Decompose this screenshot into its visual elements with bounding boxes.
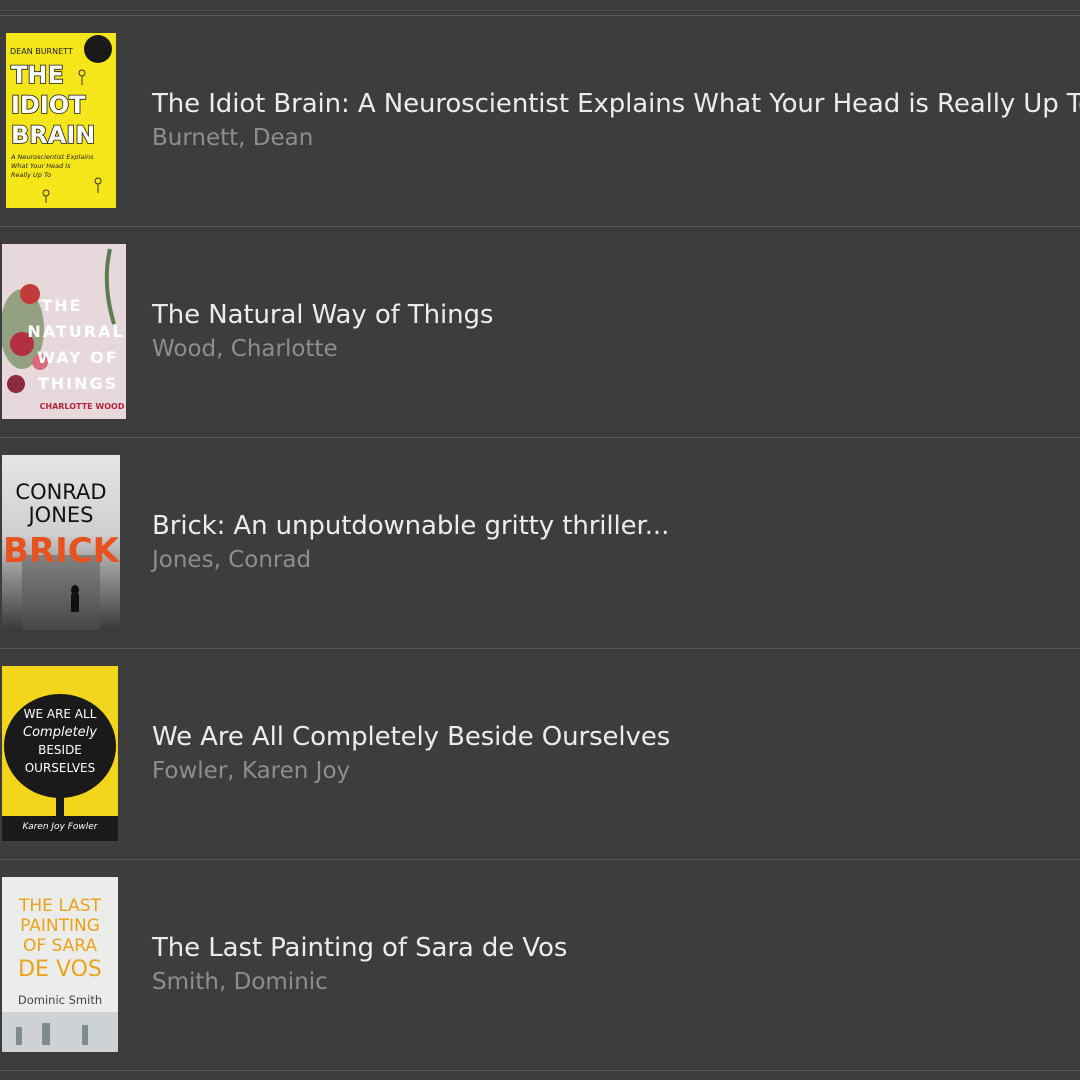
cover-author-line: JONES <box>26 503 93 527</box>
cover-author-text: DEAN BURNETT <box>10 47 73 56</box>
book-row[interactable]: WE ARE ALL Completely BESIDE OURSELVES K… <box>0 649 1080 860</box>
book-title: The Last Painting of Sara de Vos <box>152 933 568 963</box>
book-cover: CONRAD JONES BRICK <box>2 455 120 630</box>
cover-author-line: CONRAD <box>15 480 106 504</box>
cover-title: BRICK <box>3 531 120 571</box>
book-author: Burnett, Dean <box>152 125 314 151</box>
cover-title-line: NATURAL <box>27 322 124 341</box>
cover-byline: Dominic Smith <box>18 993 102 1007</box>
book-author: Smith, Dominic <box>152 969 328 995</box>
book-row[interactable]: CONRAD JONES BRICK Brick: An unputdownab… <box>0 438 1080 649</box>
cover-title-line: IDIOT <box>11 91 86 119</box>
cover-subtitle-line: What Your Head Is <box>11 162 71 170</box>
book-title: Brick: An unputdownable gritty thriller.… <box>152 511 670 541</box>
book-author: Fowler, Karen Joy <box>152 758 351 784</box>
book-cover: WE ARE ALL Completely BESIDE OURSELVES K… <box>2 666 118 841</box>
next-row-edge <box>0 1070 1080 1080</box>
cover-subtitle-line: A Neuroscientist Explains <box>10 153 94 161</box>
cover-title-line: THINGS <box>38 374 118 393</box>
cover-title-line: WAY OF <box>37 348 118 367</box>
cover-title-line: THE <box>41 296 82 315</box>
book-cover: THE NATURAL WAY OF THINGS CHARLOTTE WOOD <box>2 244 126 419</box>
cover-title-line: OF SARA <box>23 936 97 956</box>
book-cover: DEAN BURNETT THE IDIOT BRAIN A Neuroscie… <box>6 33 116 208</box>
cover-title-line: OURSELVES <box>25 761 96 775</box>
book-list: DEAN BURNETT THE IDIOT BRAIN A Neuroscie… <box>0 0 1080 1080</box>
book-title: The Idiot Brain: A Neuroscientist Explai… <box>152 89 1080 119</box>
cover-title-line: DE VOS <box>18 957 102 982</box>
previous-row-edge <box>0 0 1080 16</box>
cover-title-line: THE LAST <box>18 896 102 916</box>
book-cover: THE LAST PAINTING OF SARA DE VOS Dominic… <box>2 877 118 1052</box>
book-title: We Are All Completely Beside Ourselves <box>152 722 671 752</box>
book-row[interactable]: THE LAST PAINTING OF SARA DE VOS Dominic… <box>0 860 1080 1071</box>
cover-title-line: THE <box>11 61 64 89</box>
cover-subtitle-line: Really Up To <box>11 171 51 179</box>
cover-byline: Karen Joy Fowler <box>22 822 98 832</box>
cover-title-line: BESIDE <box>38 743 82 757</box>
cover-title-line: PAINTING <box>20 916 100 936</box>
book-author: Jones, Conrad <box>152 547 312 573</box>
cover-title-line: BRAIN <box>11 121 95 149</box>
book-row[interactable]: DEAN BURNETT THE IDIOT BRAIN A Neuroscie… <box>0 16 1080 227</box>
cover-title-line: Completely <box>23 725 97 740</box>
cover-title-line: WE ARE ALL <box>24 707 97 721</box>
cover-byline: CHARLOTTE WOOD <box>40 402 125 411</box>
book-author: Wood, Charlotte <box>152 336 338 362</box>
book-title: The Natural Way of Things <box>152 300 494 330</box>
book-row[interactable]: THE NATURAL WAY OF THINGS CHARLOTTE WOOD… <box>0 227 1080 438</box>
